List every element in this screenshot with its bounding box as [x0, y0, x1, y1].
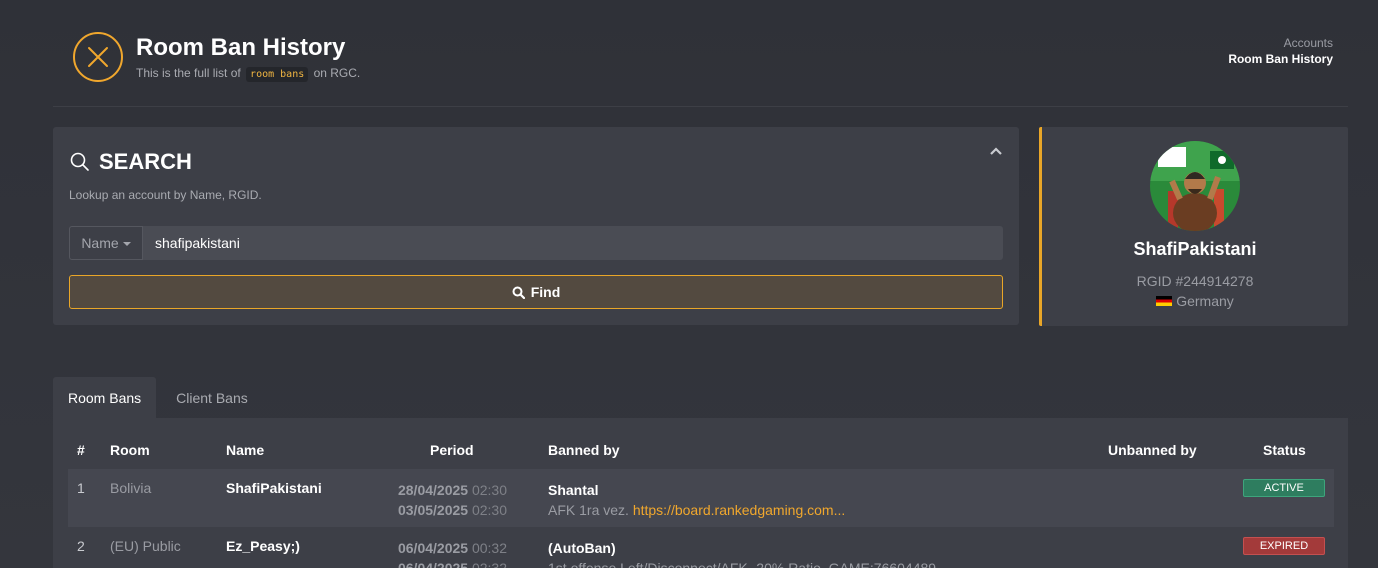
row-banned-by: Shantal AFK 1ra vez. https://board.ranke… — [548, 480, 845, 520]
search-heading: SEARCH — [69, 149, 192, 175]
subtitle-pre: This is the full list of — [136, 66, 241, 80]
status-badge: EXPIRED — [1243, 537, 1325, 555]
search-title: SEARCH — [99, 149, 192, 174]
start-date: 06/04/2025 — [397, 540, 469, 556]
table-row: 2 (EU) Public Ez_Peasy;) 06/04/2025 00:3… — [68, 527, 1334, 568]
search-type-select[interactable]: Name — [69, 226, 143, 260]
search-hint: Lookup an account by Name, RGID. — [69, 188, 262, 202]
row-num: 2 — [77, 538, 85, 554]
banned-by-name: (AutoBan) — [548, 540, 616, 556]
page-title: Room Ban History — [136, 34, 346, 61]
col-unbanned-by: Unbanned by — [1108, 442, 1197, 458]
subtitle-code: room bans — [246, 67, 309, 82]
table-row: 1 Bolivia ShafiPakistani 28/04/2025 02:3… — [68, 469, 1334, 527]
start-time: 02:30 — [471, 482, 507, 498]
col-banned-by: Banned by — [548, 442, 620, 458]
search-row: Name — [69, 226, 1003, 260]
search-icon — [512, 286, 525, 299]
row-name[interactable]: Ez_Peasy;) — [226, 538, 300, 554]
end-date: 03/05/2025 — [397, 502, 469, 518]
avatar[interactable] — [1150, 141, 1240, 231]
bans-table: # Room Name Period Banned by Unbanned by… — [53, 418, 1348, 568]
col-period: Period — [430, 442, 474, 458]
banned-by-name[interactable]: Shantal — [548, 480, 845, 500]
ban-tabs: Room Bans Client Bans — [53, 377, 263, 418]
ban-x-icon — [73, 32, 123, 82]
country-label: Germany — [1176, 293, 1234, 309]
row-period: 06/04/2025 00:32 06/04/2025 02:32 — [368, 538, 507, 568]
tab-room-bans[interactable]: Room Bans — [53, 377, 157, 418]
page-header: Room Ban History This is the full list o… — [53, 0, 1348, 107]
status-badge: ACTIVE — [1243, 479, 1325, 497]
breadcrumb-current: Room Ban History — [1228, 52, 1333, 66]
col-name: Name — [226, 442, 265, 458]
profile-card: ShafiPakistani RGID #244914278 Germany — [1039, 127, 1348, 326]
row-room: Bolivia — [110, 480, 152, 496]
page-subtitle: This is the full list of room bans on RG… — [136, 66, 361, 82]
table-header: # Room Name Period Banned by Unbanned by… — [68, 442, 1334, 462]
breadcrumb: Accounts Room Ban History — [1228, 36, 1333, 66]
search-type-label: Name — [81, 235, 119, 251]
end-time: 02:30 — [471, 502, 507, 518]
find-label: Find — [530, 284, 561, 300]
col-num: # — [77, 442, 85, 458]
reason-link[interactable]: https://board.rankedgaming.com... — [633, 502, 845, 518]
germany-flag-icon — [1156, 296, 1173, 306]
col-room: Room — [110, 442, 150, 458]
end-date: 06/04/2025 — [397, 560, 469, 568]
row-name[interactable]: ShafiPakistani — [226, 480, 322, 496]
row-room: (EU) Public — [110, 538, 181, 554]
start-date: 28/04/2025 — [397, 482, 469, 498]
row-num: 1 — [77, 480, 85, 496]
profile-rgid: RGID #244914278 — [1136, 273, 1254, 289]
caret-down-icon — [122, 242, 131, 246]
tab-client-bans[interactable]: Client Bans — [156, 377, 263, 418]
subtitle-post: on RGC. — [313, 66, 361, 80]
chevron-up-icon[interactable] — [989, 143, 1003, 159]
search-icon — [70, 152, 89, 171]
search-panel: SEARCH Lookup an account by Name, RGID. … — [53, 127, 1019, 325]
find-button[interactable]: Find — [69, 275, 1003, 309]
search-input[interactable] — [143, 226, 1003, 260]
start-time: 00:32 — [471, 540, 507, 556]
reason-text: AFK 1ra vez. — [548, 502, 629, 518]
ban-reason: AFK 1ra vez. https://board.rankedgaming.… — [548, 500, 845, 520]
breadcrumb-accounts[interactable]: Accounts — [1228, 36, 1333, 50]
row-period: 28/04/2025 02:30 03/05/2025 02:30 — [368, 480, 507, 520]
end-time: 02:32 — [471, 560, 507, 568]
ban-reason: 1st offense Left/Disconnect/AFK -20% Rat… — [548, 560, 937, 568]
profile-name: ShafiPakistani — [1133, 239, 1257, 259]
col-status: Status — [1263, 442, 1306, 458]
row-banned-by: (AutoBan) 1st offense Left/Disconnect/AF… — [548, 538, 936, 568]
profile-country: Germany — [1042, 293, 1348, 309]
